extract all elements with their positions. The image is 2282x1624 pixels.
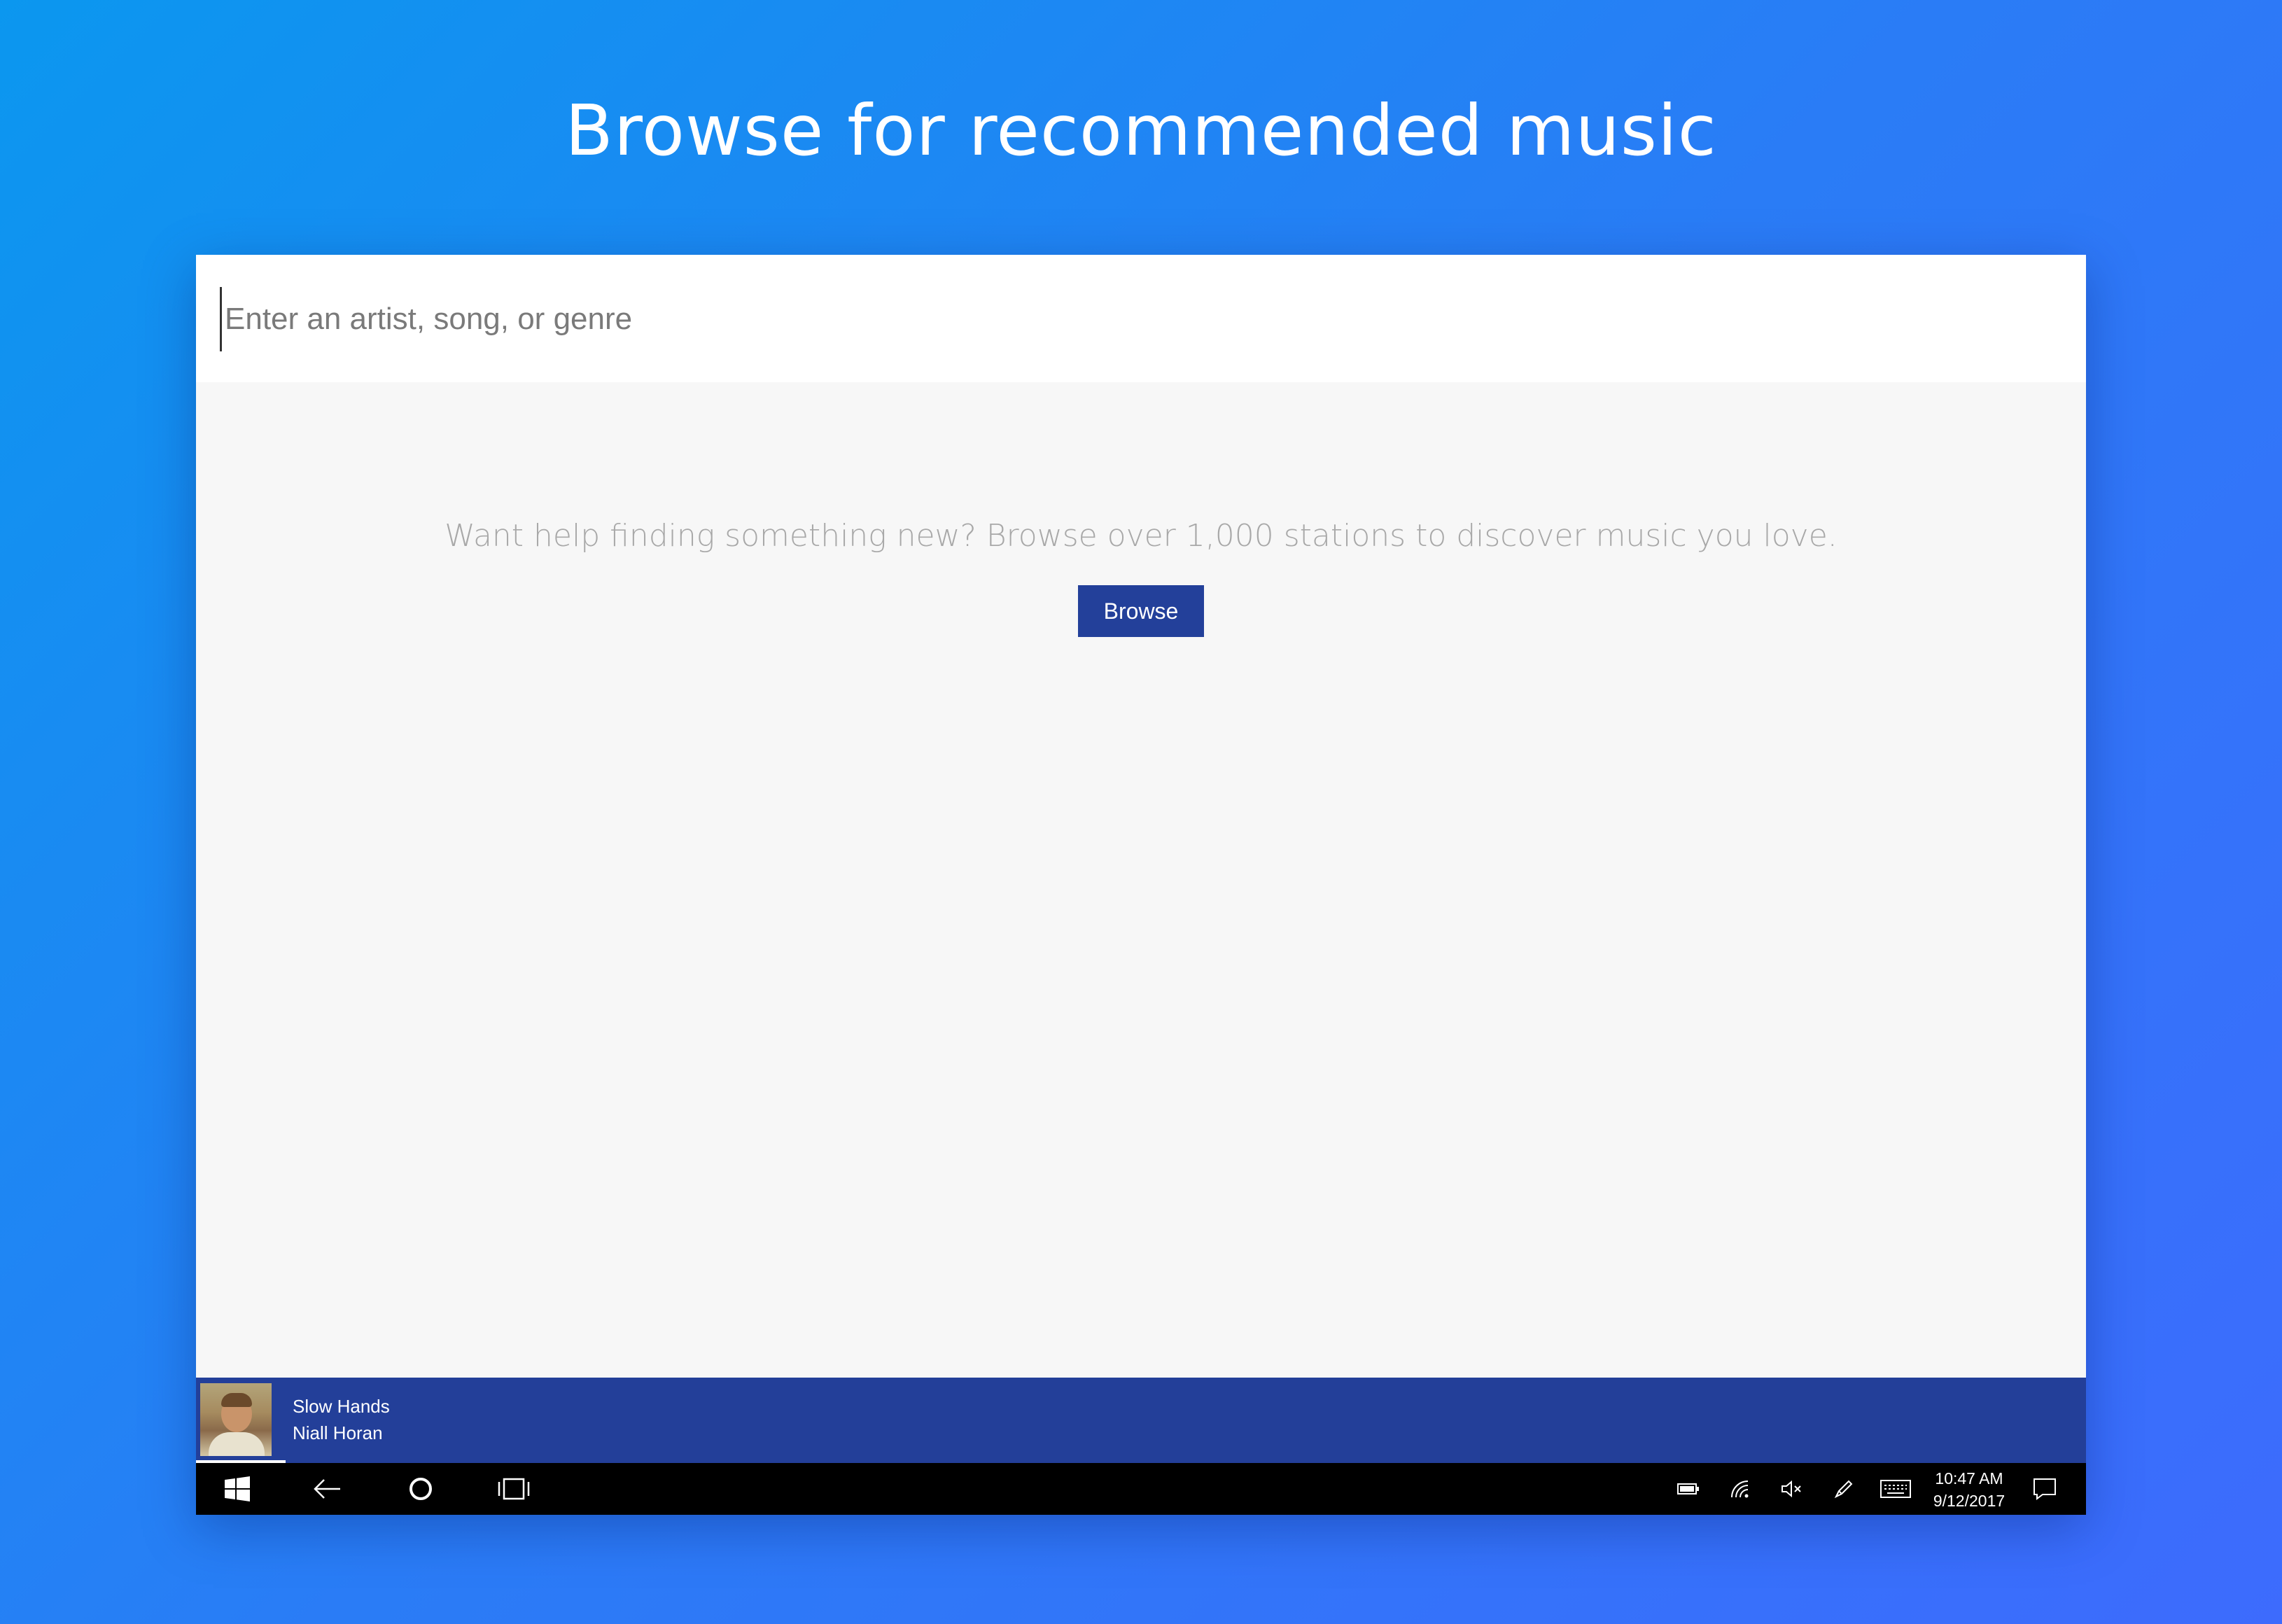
clock-date: 9/12/2017 <box>1933 1492 2005 1510</box>
album-art-hair <box>221 1393 252 1407</box>
pen-icon[interactable] <box>1827 1463 1861 1515</box>
browse-prompt: Want help finding something new? Browse … <box>444 518 1837 554</box>
track-artist: Niall Horan <box>293 1422 383 1443</box>
album-art[interactable] <box>200 1383 272 1456</box>
action-center-icon[interactable] <box>2027 1463 2062 1515</box>
battery-icon[interactable] <box>1672 1463 1705 1515</box>
page-headline: Browse for recommended music <box>565 90 1717 172</box>
search-input[interactable] <box>220 287 2046 351</box>
volume-muted-icon[interactable] <box>1775 1463 1809 1515</box>
taskbar-clock[interactable]: 10:47 AM 9/12/2017 <box>1924 1467 2015 1512</box>
app-window: Want help finding something new? Browse … <box>196 255 2086 1515</box>
taskbar: 10:47 AM 9/12/2017 <box>196 1463 2086 1515</box>
wifi-icon[interactable] <box>1723 1463 1757 1515</box>
album-art-shirt <box>209 1432 265 1456</box>
now-playing-bar[interactable]: Slow Hands Niall Horan <box>196 1378 2086 1463</box>
task-view-icon[interactable] <box>494 1463 533 1515</box>
browse-button[interactable]: Browse <box>1078 585 1204 637</box>
track-title: Slow Hands <box>293 1396 390 1417</box>
cortana-circle-icon[interactable] <box>403 1463 438 1515</box>
clock-time: 10:47 AM <box>1935 1469 2003 1488</box>
back-arrow-icon[interactable] <box>308 1463 347 1515</box>
windows-start-icon[interactable] <box>220 1463 255 1515</box>
keyboard-icon[interactable] <box>1876 1463 1915 1515</box>
search-bar <box>196 255 2086 382</box>
